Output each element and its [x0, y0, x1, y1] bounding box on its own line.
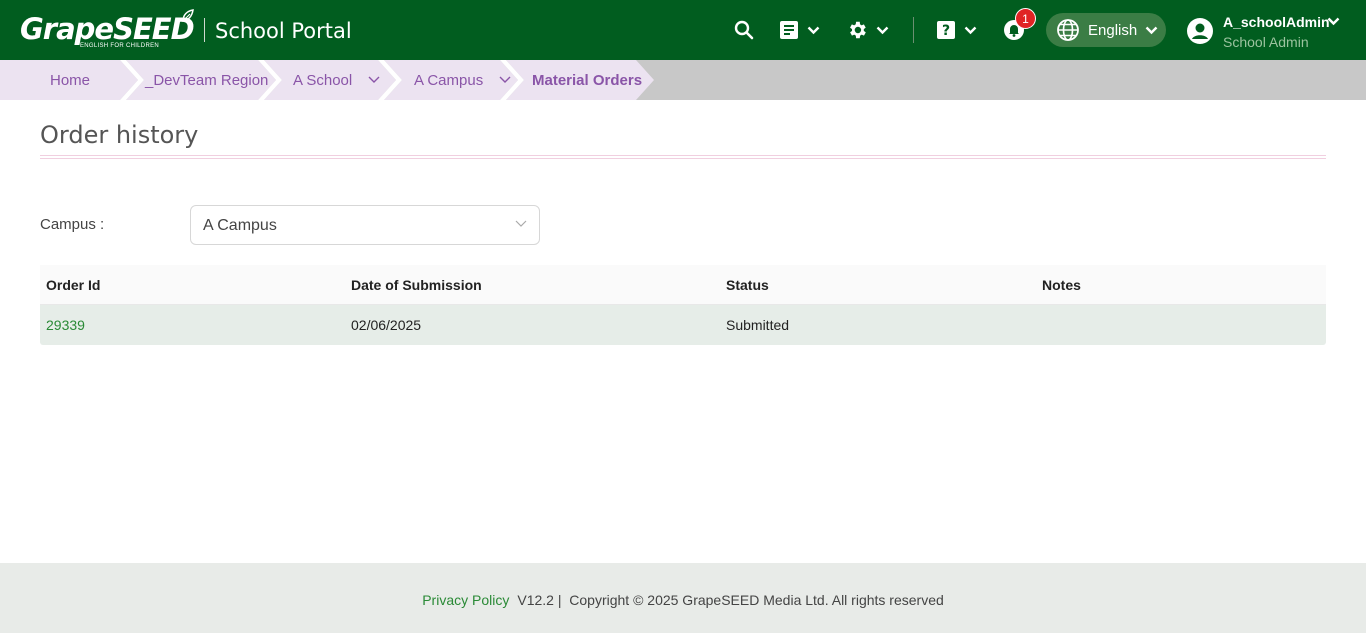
- search-button[interactable]: [734, 16, 754, 44]
- logo-tagline: ENGLISH FOR CHILDREN: [80, 43, 160, 49]
- help-icon: ?: [937, 21, 955, 39]
- chevron-down-icon: [876, 26, 889, 34]
- submission-date: 02/06/2025: [351, 317, 422, 333]
- column-header-notes[interactable]: Notes: [1042, 277, 1081, 293]
- table-header: Order Id Date of Submission Status Notes: [40, 265, 1326, 305]
- column-header-order-id[interactable]: Order Id: [46, 277, 100, 293]
- header-divider: [204, 18, 205, 42]
- order-history-table: Order Id Date of Submission Status Notes…: [40, 265, 1326, 345]
- page-footer: Privacy Policy V12.2 | Copyright © 2025 G…: [0, 563, 1366, 633]
- privacy-policy-link[interactable]: Privacy Policy: [422, 592, 509, 608]
- breadcrumb-label: _DevTeam Region: [145, 71, 269, 89]
- footer-text: Privacy Policy V12.2 | Copyright © 2025 G…: [0, 592, 1366, 608]
- user-avatar-icon[interactable]: [1186, 17, 1214, 45]
- language-selector[interactable]: English: [1046, 13, 1166, 47]
- leaf-icon: [182, 9, 194, 22]
- breadcrumb-label: Material Orders: [532, 71, 643, 89]
- column-header-status[interactable]: Status: [726, 277, 769, 293]
- chevron-down-icon[interactable]: [368, 76, 380, 84]
- version-label: V12.2 |: [517, 592, 562, 608]
- chevron-down-icon: [807, 26, 820, 34]
- portal-title: School Portal: [215, 19, 352, 43]
- user-name[interactable]: A_schoolAdmin: [1223, 14, 1330, 30]
- language-label: English: [1088, 21, 1138, 39]
- document-icon: [780, 21, 798, 39]
- campus-select[interactable]: A Campus: [190, 205, 540, 245]
- chevron-down-icon: [1145, 26, 1158, 34]
- globe-icon: [1057, 19, 1079, 41]
- gear-icon: [850, 21, 866, 39]
- notification-count-badge: 1: [1015, 8, 1036, 29]
- order-id-link[interactable]: 29339: [46, 317, 85, 333]
- top-header: GrapeSEED ENGLISH FOR CHILDREN School Po…: [0, 0, 1366, 60]
- title-divider: [40, 155, 1326, 159]
- breadcrumb-school[interactable]: A School: [293, 60, 380, 100]
- help-menu-button[interactable]: ?: [936, 16, 977, 44]
- svg-text:?: ?: [942, 23, 950, 39]
- table-row[interactable]: 29339 02/06/2025 Submitted: [40, 305, 1326, 345]
- chevron-down-icon[interactable]: [1327, 17, 1340, 26]
- chevron-down-icon: [964, 26, 977, 34]
- breadcrumb-label: A School: [293, 71, 353, 89]
- copyright-text: Copyright © 2025 GrapeSEED Media Ltd. Al…: [569, 592, 944, 608]
- breadcrumb-region[interactable]: _DevTeam Region: [145, 60, 268, 100]
- user-role: School Admin: [1223, 34, 1309, 50]
- campus-selected-value: A Campus: [203, 217, 277, 234]
- campus-label: Campus :: [40, 216, 105, 233]
- resources-menu-button[interactable]: [779, 16, 820, 44]
- breadcrumb-label: A Campus: [414, 71, 484, 89]
- breadcrumb-current: Material Orders: [532, 60, 642, 100]
- chevron-down-icon[interactable]: [499, 76, 511, 84]
- settings-menu-button[interactable]: [846, 16, 889, 44]
- breadcrumb-home[interactable]: Home: [50, 60, 90, 100]
- search-icon: [734, 20, 754, 40]
- grapeseed-logo[interactable]: GrapeSEED ENGLISH FOR CHILDREN: [20, 9, 196, 52]
- breadcrumb-campus[interactable]: A Campus: [414, 60, 511, 100]
- column-header-date[interactable]: Date of Submission: [351, 277, 482, 293]
- breadcrumb-label: Home: [50, 71, 91, 89]
- page-title: Order history: [40, 121, 199, 149]
- header-separator: [913, 17, 914, 43]
- breadcrumb: Home _DevTeam Region A School A Campus M…: [0, 60, 1366, 100]
- chevron-down-icon: [515, 220, 527, 227]
- logo-wordmark: GrapeSEED: [20, 12, 195, 46]
- order-status: Submitted: [726, 317, 790, 333]
